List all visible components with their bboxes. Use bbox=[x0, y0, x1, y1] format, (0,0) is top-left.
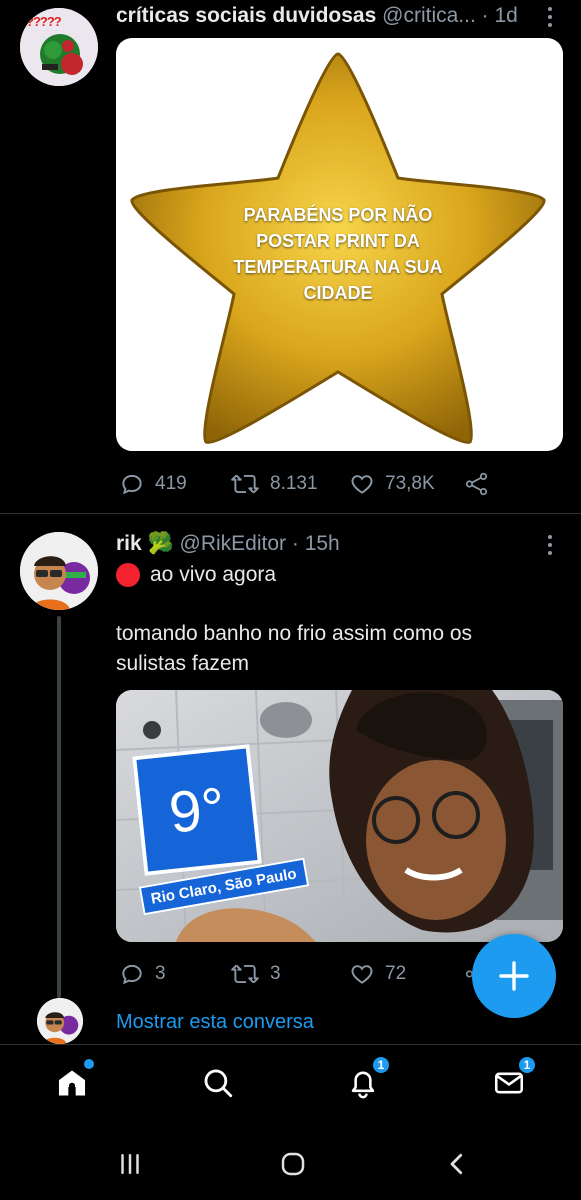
reply-count: 419 bbox=[155, 473, 187, 494]
star-caption: PARABÉNS POR NÃO POSTAR PRINT DA TEMPERA… bbox=[233, 205, 443, 303]
system-back-button[interactable] bbox=[437, 1144, 477, 1184]
author-handle[interactable]: @RikEditor bbox=[180, 532, 287, 555]
tweet-timestamp[interactable]: · 15h bbox=[292, 532, 340, 555]
tweet-text-line: tomando banho no frio assim como os bbox=[116, 622, 473, 645]
tweet1-more-icon[interactable] bbox=[542, 4, 558, 30]
tab-notifications[interactable]: 1 bbox=[343, 1055, 391, 1103]
author-name[interactable]: críticas sociais duvidosas bbox=[116, 4, 376, 27]
system-home-button[interactable] bbox=[273, 1144, 313, 1184]
tweet1-actions: 419 8.131 73,8K bbox=[0, 466, 581, 502]
like-icon bbox=[351, 475, 373, 494]
tweet2-avatar[interactable] bbox=[20, 532, 98, 610]
retweet-icon bbox=[231, 964, 259, 984]
recent-apps-icon bbox=[121, 1154, 139, 1174]
like-button[interactable]: 73,8K bbox=[349, 471, 435, 497]
reply-icon bbox=[122, 474, 142, 495]
retweet-button[interactable]: 3 bbox=[230, 961, 281, 987]
tab-search[interactable] bbox=[198, 1063, 238, 1103]
reply-button[interactable]: 3 bbox=[119, 961, 166, 987]
back-chevron-icon bbox=[450, 1153, 463, 1175]
temperature-value: 9° bbox=[166, 774, 228, 846]
tweet1-image[interactable]: PARABÉNS POR NÃO POSTAR PRINT DA TEMPERA… bbox=[116, 38, 563, 451]
retweet-icon bbox=[231, 474, 259, 494]
author-name[interactable]: rik 🥦 bbox=[116, 532, 174, 555]
bottom-tab-bar: 1 1 bbox=[0, 1044, 581, 1124]
home-circle-icon bbox=[281, 1152, 305, 1176]
avatar-cartoon-icon bbox=[37, 998, 83, 1044]
retweet-button[interactable]: 8.131 bbox=[230, 471, 318, 497]
reply-button[interactable]: 419 bbox=[119, 471, 187, 497]
notifications-badge: 1 bbox=[371, 1055, 391, 1075]
tweet2-text: tomando banho no frio assim como os suli… bbox=[116, 619, 566, 679]
tweet1-header: críticas sociais duvidosas @critica... ·… bbox=[116, 4, 518, 28]
tab-home[interactable] bbox=[52, 1059, 94, 1103]
like-button[interactable]: 72 bbox=[349, 961, 406, 987]
live-dot-icon bbox=[116, 563, 140, 587]
compose-button[interactable] bbox=[472, 934, 556, 1018]
home-icon bbox=[58, 1070, 86, 1096]
tweet-1[interactable]: ????? críticas sociais duvidosas @critic… bbox=[0, 0, 581, 512]
reply-count: 3 bbox=[155, 963, 166, 984]
reply-icon bbox=[122, 964, 142, 985]
system-nav-bar bbox=[0, 1124, 581, 1200]
like-count: 72 bbox=[385, 963, 407, 984]
share-icon bbox=[465, 472, 488, 496]
home-new-dot bbox=[84, 1059, 94, 1069]
live-label: ao vivo agora bbox=[150, 563, 277, 586]
temperature-sticker: 9° bbox=[132, 744, 262, 876]
show-conversation-link[interactable]: Mostrar esta conversa bbox=[116, 1011, 314, 1034]
tweet2-image[interactable]: 9° Rio Claro, São Paulo bbox=[116, 690, 563, 942]
tweet2-header: rik 🥦 @RikEditor · 15h bbox=[116, 532, 340, 556]
author-handle[interactable]: @critica... bbox=[382, 4, 476, 27]
like-count: 73,8K bbox=[385, 473, 435, 494]
tweet1-avatar[interactable]: ????? bbox=[20, 8, 98, 86]
live-status: ao vivo agora bbox=[116, 563, 276, 587]
recent-apps-button[interactable] bbox=[110, 1144, 150, 1184]
compose-plus-icon bbox=[499, 961, 529, 991]
share-button[interactable] bbox=[463, 471, 491, 497]
avatar-cartoon-icon bbox=[20, 532, 98, 610]
search-icon bbox=[204, 1069, 233, 1098]
tab-messages[interactable]: 1 bbox=[489, 1055, 537, 1103]
tweet2-more-icon[interactable] bbox=[542, 532, 558, 558]
like-icon bbox=[351, 965, 373, 984]
tweet-text-line: sulistas fazem bbox=[116, 652, 250, 675]
retweet-count: 3 bbox=[270, 963, 281, 984]
thread-line bbox=[57, 616, 61, 998]
avatar-question-marks: ????? bbox=[26, 14, 62, 29]
tweet-timestamp[interactable]: · 1d bbox=[482, 4, 518, 27]
retweet-count: 8.131 bbox=[270, 473, 318, 494]
thread-small-avatar[interactable] bbox=[37, 998, 83, 1044]
messages-badge: 1 bbox=[517, 1055, 537, 1075]
